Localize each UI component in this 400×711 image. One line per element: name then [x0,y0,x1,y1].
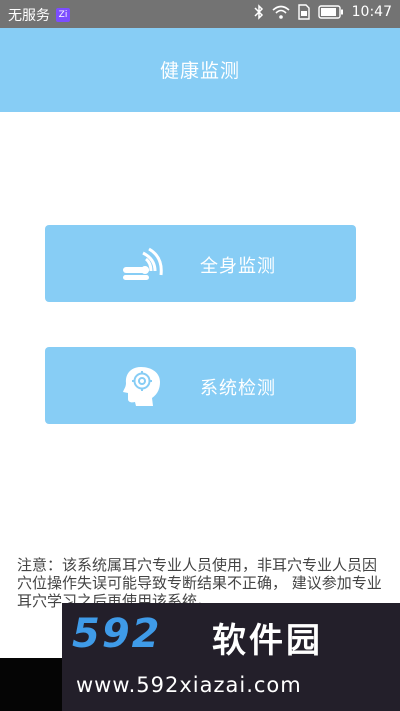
body-scan-icon [123,247,163,280]
screen: 无服务 Zi 10:47 健康监测 全身监测 系统检测 注意：该系统属耳穴专业人… [0,0,400,711]
system-check-label: 系统检测 [200,378,276,399]
head-gear-icon [123,367,160,406]
wifi-icon [272,5,290,19]
whole-body-monitor-label: 全身监测 [200,256,276,277]
watermark-panel: 592 软件园 www.592xiazai.com [62,603,400,711]
usage-notice: 注意：该系统属耳穴专业人员使用，非耳穴专业人员因穴位操作失误可能导致专断结果不正… [17,556,382,610]
status-left: 无服务 Zi [8,5,70,25]
page-title: 健康监测 [159,60,240,82]
system-check-button[interactable]: 系统检测 [45,347,356,424]
status-bar: 无服务 Zi 10:47 [0,0,400,28]
battery-icon [317,5,343,19]
watermark-url: www.592xiazai.com [76,673,302,697]
carrier-badge-icon: Zi [56,8,70,22]
watermark-black-block [0,658,62,711]
whole-body-monitor-button[interactable]: 全身监测 [45,225,356,302]
status-time: 10:47 [351,4,392,20]
watermark-logo: 592 [72,611,162,657]
status-right: 10:47 [254,4,392,20]
watermark-brand: 软件园 [212,621,323,661]
carrier-text: 无服务 [8,8,50,24]
watermark: 592 软件园 www.592xiazai.com [0,603,400,711]
bluetooth-icon [254,4,263,20]
app-header: 健康监测 [0,28,400,112]
sim-icon [297,4,310,20]
